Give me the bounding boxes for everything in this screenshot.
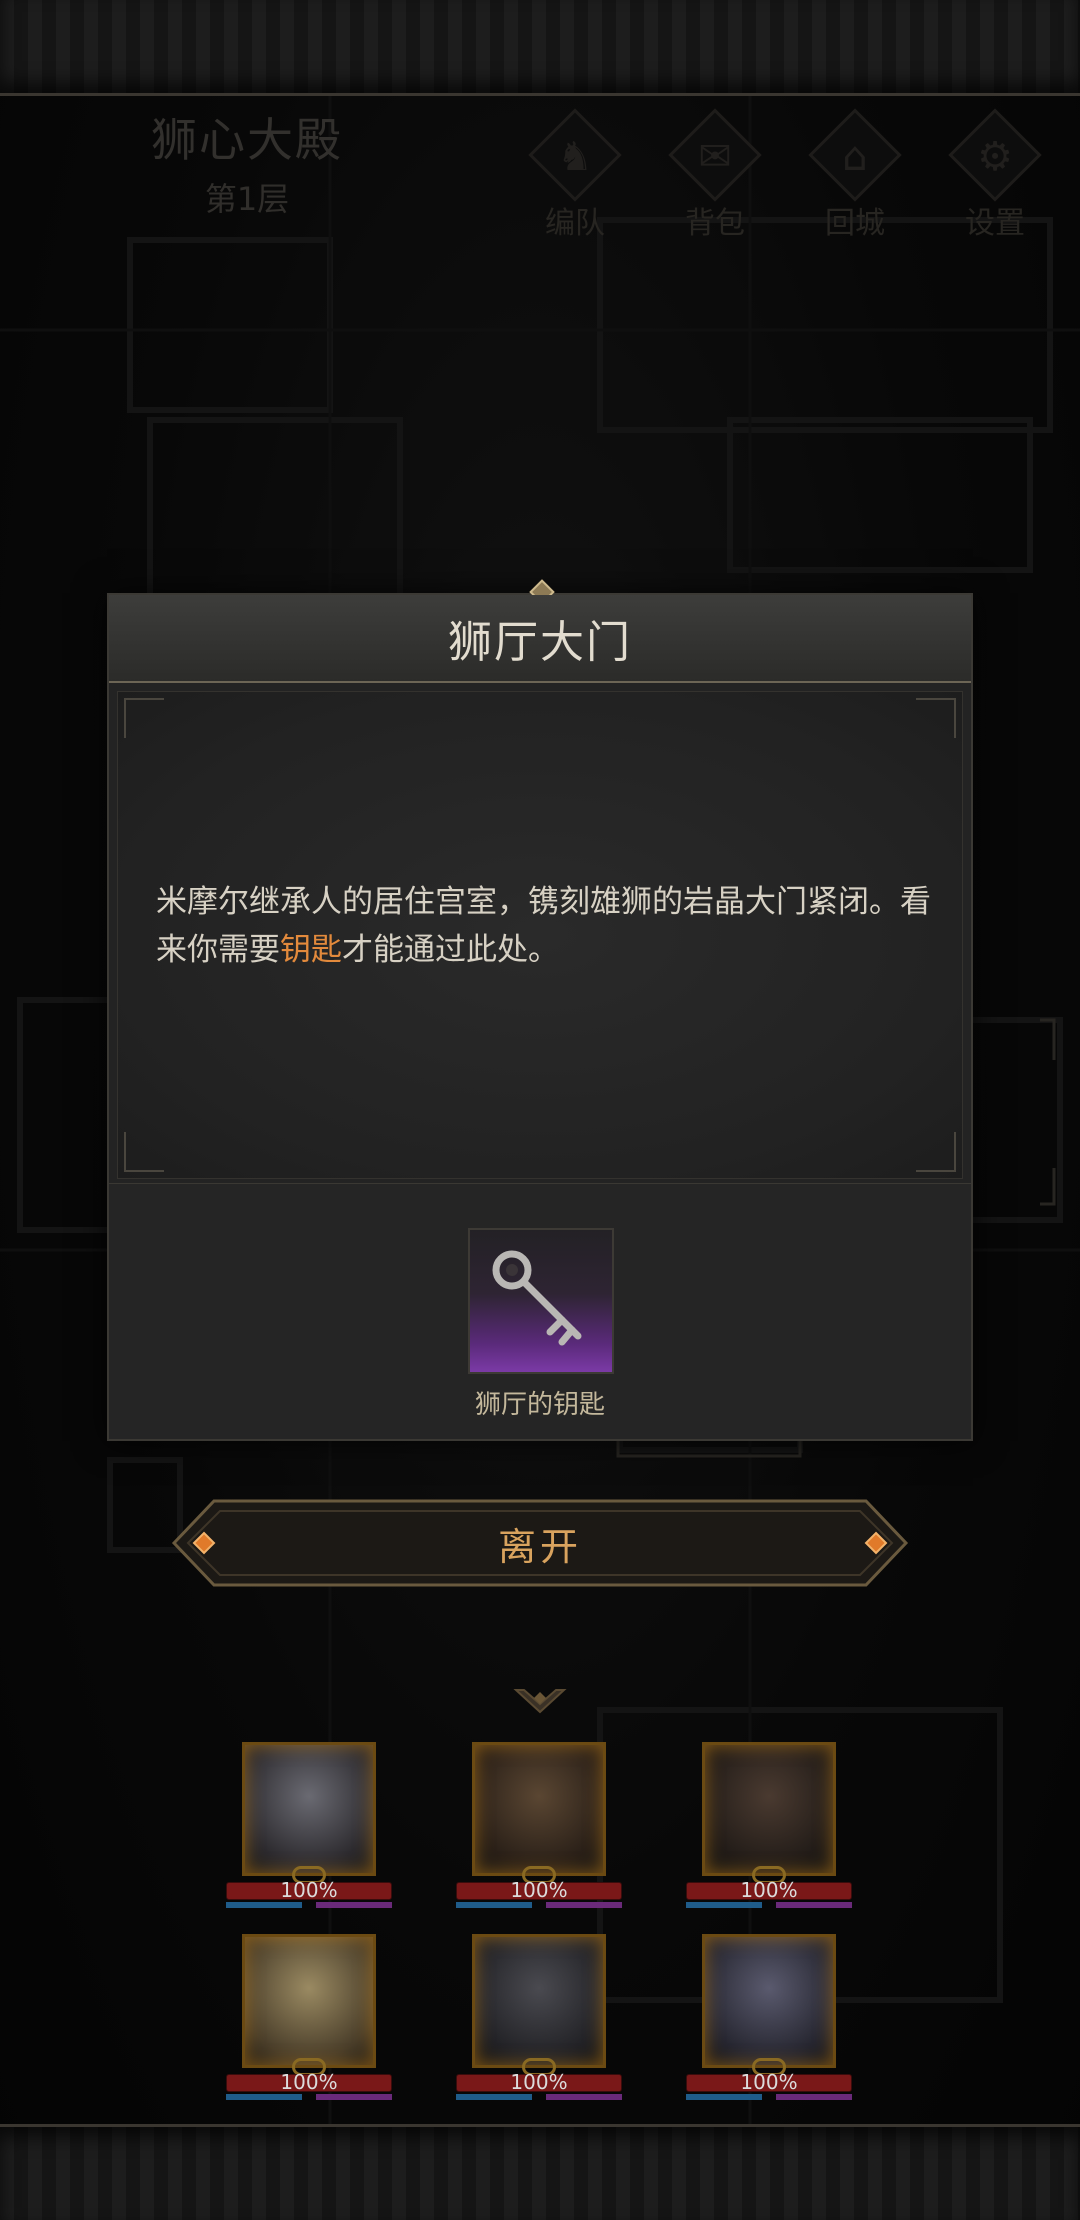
hero-portrait	[242, 1934, 376, 2068]
hero-slot[interactable]: 100%	[226, 1742, 396, 1914]
item-slot[interactable]	[468, 1228, 614, 1374]
hero-mana-bar	[226, 2094, 302, 2100]
hero-hp-value: 100%	[740, 2070, 798, 2094]
party-panel: 100% 100% 100% 100% 100% 100%	[226, 1742, 866, 2102]
hero-slot[interactable]: 100%	[456, 1742, 626, 1914]
hero-slot[interactable]: 100%	[456, 1934, 626, 2106]
party-emblem-icon	[513, 1689, 567, 1714]
hero-energy-bar	[776, 1902, 852, 1908]
hero-energy-bar	[546, 1902, 622, 1908]
hero-portrait	[472, 1742, 606, 1876]
hero-energy-bar	[316, 1902, 392, 1908]
hero-portrait	[702, 1934, 836, 2068]
leave-label: 离开	[497, 1524, 582, 1569]
key-icon	[492, 1250, 582, 1346]
hero-mana-bar	[456, 2094, 532, 2100]
hero-hp-value: 100%	[280, 2070, 338, 2094]
corner-ornament	[916, 1132, 956, 1172]
bottom-frame	[0, 2124, 1080, 2220]
hero-slot[interactable]: 100%	[686, 1934, 856, 2106]
corner-ornament	[916, 698, 956, 738]
hero-mana-bar	[686, 2094, 762, 2100]
hero-energy-bar	[316, 2094, 392, 2100]
hero-portrait	[242, 1742, 376, 1876]
dialog-description: 米摩尔继承人的居住宫室，镌刻雄狮的岩晶大门紧闭。看来你需要钥匙才能通过此处。	[156, 878, 946, 974]
dialog-title: 狮厅大门	[448, 617, 632, 668]
hero-hp-value: 100%	[740, 1878, 798, 1902]
corner-ornament	[124, 698, 164, 738]
dialog-header: 狮厅大门	[109, 595, 971, 683]
hero-mana-bar	[226, 1902, 302, 1908]
leave-button[interactable]: 离开	[170, 1497, 910, 1589]
hero-portrait	[702, 1742, 836, 1876]
event-dialog: 狮厅大门 米摩尔继承人的居住宫室，镌刻雄狮的岩晶大门紧闭。看来你需要钥匙才能通过…	[107, 579, 973, 1441]
hero-energy-bar	[776, 2094, 852, 2100]
required-items: 狮厅的钥匙	[109, 1183, 971, 1439]
hero-mana-bar	[456, 1902, 532, 1908]
description-text-end: 才能通过此处。	[342, 932, 559, 968]
key-highlight: 钥匙	[280, 932, 342, 968]
hero-hp-value: 100%	[510, 1878, 568, 1902]
top-frame	[0, 0, 1080, 96]
hero-portrait	[472, 1934, 606, 2068]
hero-hp-value: 100%	[510, 2070, 568, 2094]
hero-mana-bar	[686, 1902, 762, 1908]
hero-slot[interactable]: 100%	[226, 1934, 396, 2106]
hero-slot[interactable]: 100%	[686, 1742, 856, 1914]
corner-ornament	[124, 1132, 164, 1172]
item-name: 狮厅的钥匙	[474, 1390, 605, 1420]
hero-hp-value: 100%	[280, 1878, 338, 1902]
hero-energy-bar	[546, 2094, 622, 2100]
dialog-body: 米摩尔继承人的居住宫室，镌刻雄狮的岩晶大门紧闭。看来你需要钥匙才能通过此处。	[117, 691, 963, 1179]
